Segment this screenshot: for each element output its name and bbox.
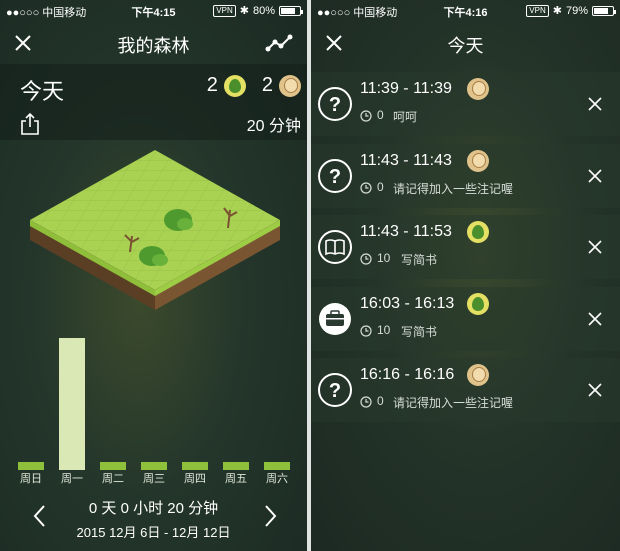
- book-icon[interactable]: [317, 229, 353, 265]
- today-label: 今天: [20, 79, 65, 104]
- session-row[interactable]: 16:03 - 16:13 10 写简书: [311, 286, 620, 351]
- vpn-badge: VPN: [213, 4, 236, 17]
- total-minutes: 20 分钟: [246, 118, 301, 135]
- question-icon[interactable]: ?: [317, 86, 353, 122]
- status-bar: ●●○○○ 中国移动 下午4:16 VPN ✱ 79%: [311, 0, 620, 22]
- session-time: 11:43 - 11:53: [360, 223, 452, 240]
- session-time: 16:03 - 16:13: [360, 294, 455, 312]
- session-duration: 0: [377, 108, 384, 122]
- navbar: 今天: [311, 22, 620, 64]
- session-duration: 10: [377, 251, 391, 265]
- status-right: VPN ✱ 80%: [213, 4, 303, 17]
- session-time: 11:43 - 11:43: [360, 151, 452, 169]
- tree-counts: 2 2: [207, 74, 301, 97]
- dead-count: 2: [261, 74, 273, 96]
- clock-icon: [360, 324, 372, 337]
- day-label: 周日: [20, 473, 42, 485]
- question-icon[interactable]: ?: [317, 158, 353, 194]
- battery-icon: [592, 5, 616, 16]
- session-duration: 0: [377, 394, 384, 408]
- bluetooth-icon: ✱: [552, 5, 562, 17]
- alive-tree-icon: [467, 221, 489, 243]
- clock-icon: [360, 181, 372, 194]
- dead-tree-icon: [467, 364, 489, 386]
- dead-tree-icon: [467, 78, 489, 100]
- navbar: 我的森林: [0, 22, 307, 64]
- day-label: 周六: [266, 473, 288, 485]
- day-bar: [264, 462, 290, 470]
- session-duration: 0: [377, 179, 384, 194]
- delete-icon[interactable]: [588, 311, 602, 326]
- vpn-badge: VPN: [526, 4, 549, 17]
- session-note: 请记得加入一些注记喔: [393, 181, 514, 196]
- bluetooth-icon: ✱: [239, 5, 249, 17]
- dead-tree-icon: [467, 149, 489, 172]
- session-note: 写简书: [401, 253, 438, 267]
- clock-icon: [360, 396, 372, 408]
- day-bar: [100, 462, 126, 470]
- alive-count: 2: [206, 74, 218, 96]
- day-bar: [18, 462, 44, 470]
- clock-icon: [360, 110, 372, 122]
- today-summary-bar: 今天 2 2 20 分钟: [0, 64, 307, 140]
- duration-summary: 0 天 0 小时 20 分钟: [88, 500, 219, 517]
- battery-icon: [279, 5, 303, 16]
- status-bar: ●●○○○ 中国移动 下午4:15 VPN ✱ 80%: [0, 0, 307, 22]
- clock-icon: [360, 253, 372, 265]
- delete-icon[interactable]: [588, 240, 602, 254]
- share-icon[interactable]: [20, 112, 40, 136]
- svg-text:?: ?: [329, 166, 341, 188]
- today-list-panel: ●●○○○ 中国移动 下午4:16 VPN ✱ 79% 今天 ? 11:39 - …: [311, 0, 620, 551]
- session-note: 请记得加入一些注记喔: [393, 396, 514, 410]
- delete-icon[interactable]: [588, 97, 602, 111]
- day-label: 周五: [225, 473, 247, 485]
- status-right: VPN ✱ 79%: [526, 4, 616, 17]
- delete-icon[interactable]: [588, 168, 602, 183]
- question-icon[interactable]: ?: [317, 372, 353, 408]
- session-note: 写简书: [401, 324, 438, 339]
- chevron-right-icon[interactable]: [264, 504, 278, 528]
- forest-island-image: [30, 150, 280, 310]
- forest-panel: ●●○○○ 中国移动 下午4:15 VPN ✱ 80% 我的森林 今天 2 2: [0, 0, 307, 551]
- delete-icon[interactable]: [588, 383, 602, 397]
- alive-tree-icon: [467, 292, 489, 315]
- day-bar: [182, 462, 208, 470]
- session-time: 16:16 - 16:16: [360, 366, 455, 383]
- day-bar: [223, 462, 249, 470]
- date-range: 2015 12月 6日 - 12月 12日: [76, 525, 231, 540]
- week-bar-chart: [18, 320, 298, 470]
- session-row[interactable]: ? 11:39 - 11:39 0 呵呵: [311, 72, 620, 136]
- battery-percent: 79%: [565, 4, 588, 17]
- svg-text:?: ?: [329, 94, 341, 116]
- page-title: 我的森林: [117, 36, 190, 56]
- session-note: 呵呵: [393, 110, 418, 124]
- page-title: 今天: [447, 36, 484, 56]
- svg-text:?: ?: [329, 380, 341, 402]
- day-label: 周四: [184, 473, 206, 485]
- session-time: 11:39 - 11:39: [360, 80, 452, 97]
- briefcase-icon[interactable]: [317, 301, 353, 337]
- day-bar: [141, 462, 167, 470]
- day-label: 周一: [61, 473, 83, 485]
- dead-tree-icon: [279, 74, 301, 97]
- battery-percent: 80%: [252, 4, 275, 17]
- session-row[interactable]: ? 11:43 - 11:43 0 请记得加入一些注记喔: [311, 143, 620, 208]
- chart-line-icon[interactable]: [265, 32, 293, 54]
- day-label: 周二: [102, 473, 124, 485]
- session-row[interactable]: ? 16:16 - 16:16 0 请记得加入一些注记喔: [311, 358, 620, 422]
- session-duration: 10: [377, 322, 391, 337]
- alive-tree-icon: [223, 74, 246, 97]
- day-bar: [59, 338, 85, 470]
- day-label: 周三: [143, 473, 165, 485]
- session-row[interactable]: 11:43 - 11:53 10 写简书: [311, 215, 620, 279]
